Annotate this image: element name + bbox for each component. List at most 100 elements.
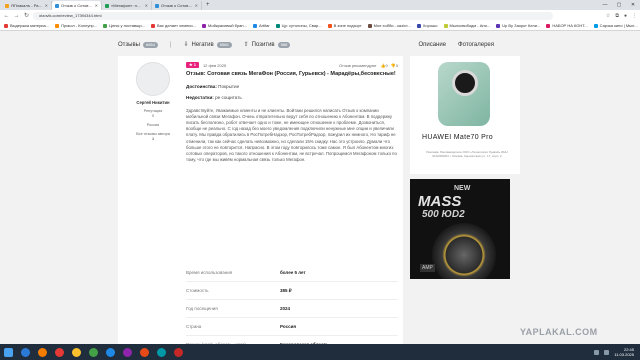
nav-positive[interactable]: ⇧ Позитив 588 [244,41,291,48]
detail-value: более 5 лет [280,270,306,275]
speaker-ad[interactable]: NEW MASS 500 ЮD2 AMP [410,179,510,279]
bookmark-item[interactable]: Сарзья кино | Мыл... [593,23,638,28]
detail-label: Страна [186,324,202,329]
detail-row: Год посещения 2024 [186,300,398,318]
watermark: YAPLAKAL.COM [520,327,598,337]
tab-favicon-icon [55,3,59,8]
nav-photos[interactable]: Фотогалерея [458,42,494,48]
taskbar-app-icon[interactable] [123,347,132,357]
review-text: Здравствуйте, Уважаемые клиенты и не кли… [186,107,397,163]
review-nav: Отзывы 6654 | ⇩ Негатив 5566 ⇧ Позитив 5… [118,41,494,48]
taskbar-app-icon[interactable] [21,347,30,357]
browser-tab[interactable]: Отзыв о Сотовая связь МегаФон✕ [52,1,102,10]
tab-close-icon[interactable]: ✕ [195,3,198,8]
bookmark-favicon-icon [443,23,448,28]
bookmark-item[interactable]: Artifar [252,23,270,28]
bookmark-favicon-icon [55,23,60,28]
maximize-icon[interactable]: ▢ [612,0,626,10]
bookmark-item[interactable]: НАБОР НА КОНТ... [546,23,588,28]
reputation-value: 0 [151,114,155,118]
bookmark-item[interactable]: Хорошо [416,23,438,28]
nav-description[interactable]: Описание [418,42,446,48]
recommend-label: Отзыв рекомендуют [338,62,377,68]
bookmark-favicon-icon [496,23,501,28]
taskbar-app-icon[interactable] [72,347,81,357]
author-reviews-value: 1 [151,137,155,141]
tab-favicon-icon [5,3,9,8]
taskbar-app-icon[interactable] [174,347,183,357]
bookmark-item[interactable]: Up By Заоркт Кели... [496,23,540,28]
author-name[interactable]: Сергей Никитин [128,100,178,105]
new-tab-button[interactable]: + [202,1,214,10]
bookmark-favicon-icon [275,23,280,28]
review-title: Отзыв: Сотовая связь МегаФон (Россия, Гу… [186,71,396,77]
tab-close-icon[interactable]: ✕ [95,3,98,8]
forward-icon[interactable]: → [13,13,20,19]
thumbs-up-icon: ⇧ [243,42,249,48]
avatar[interactable] [136,62,170,96]
taskbar-app-icon[interactable] [55,347,64,357]
taskbar-app-icon[interactable] [38,347,47,357]
bookmark-item[interactable]: Мойкрасивый бран... [202,23,247,28]
network-icon[interactable] [594,349,600,355]
like-button[interactable]: 👍0 [381,63,388,68]
bookmark-favicon-icon [103,23,108,28]
taskbar-app-icon[interactable] [89,347,98,357]
browser-tab[interactable]: ЯПлакалъ - Разделы - Цензура✕ [2,1,52,10]
minimize-icon[interactable]: — [598,0,612,10]
volume-icon[interactable] [604,349,610,355]
bookmark-favicon-icon [327,23,332,28]
window-controls: — ▢ ✕ [598,0,640,10]
bookmark-favicon-icon [151,23,155,28]
bookmark-item[interactable]: Выдержка материа... [4,23,49,28]
review-date: 12 фев 2025 [202,62,227,68]
bookmark-item[interactable]: Вас делает чемпио... [151,23,196,28]
bookmark-favicon-icon [252,23,257,28]
clock[interactable]: 22:45 11.03.2025 [614,347,634,357]
ad-product-name: MASS [418,193,462,210]
huawei-ad[interactable]: HUAWEI Mate70 Pro Рекламa. Рекламодатель… [410,56,520,174]
close-icon[interactable]: ✕ [626,0,640,10]
tab-close-icon[interactable]: ✕ [45,3,48,8]
taskbar-app-icon[interactable] [140,347,149,357]
ad-new-label: NEW [454,185,471,192]
browser-tab[interactable]: «Мегафон»: проверка Генпрок✕ [102,1,152,10]
dislike-button[interactable]: 👎0 [391,63,398,68]
nav-reviews[interactable]: Отзывы 6654 [118,41,158,48]
reload-icon[interactable]: ↻ [23,12,30,19]
bookmark-item[interactable]: Цр: сутолоны, Свар... [275,23,322,28]
tab-close-icon[interactable]: ✕ [145,3,148,8]
back-icon[interactable]: ← [3,13,10,19]
detail-label: Время использования [186,270,233,275]
system-tray: 22:45 11.03.2025 [594,347,640,357]
thumbs-down-icon: ⇩ [183,42,189,48]
speaker-image [432,223,496,279]
browser-tab-bar: ЯПлакалъ - Разделы - Цензура✕Отзыв о Сот… [0,0,640,10]
ad-disclaimer: Рекламa. Рекламодатель ООО «Технологии Х… [426,150,508,158]
detail-row: Регион (край, область, штат)Кемеровская … [186,336,398,344]
profile-icon[interactable]: ● [624,13,627,19]
detail-value: 2024 [280,306,291,311]
bookmark-item[interactable]: Прикол - Коллупр... [55,23,97,28]
detail-label: Стоимость [186,288,209,293]
taskbar-app-icon[interactable] [157,347,166,357]
nav-negative[interactable]: ⇩ Негатив 5566 [183,41,232,48]
cons-field: Недостатки: ре сощитать [186,94,242,100]
taskbar-app-icon[interactable] [106,347,115,357]
ad-product-model: 500 ЮD2 [422,209,465,220]
menu-icon[interactable]: ⋮ [632,13,637,19]
bookmark-item[interactable]: Мое хобби - каз/ст... [367,23,411,28]
bookmark-item[interactable]: Мылосвободм - Ани... [443,23,490,28]
count-badge: 5566 [216,41,232,48]
browser-tab[interactable]: Отзыв о Сотовая связь МегаФон✕ [152,1,202,10]
extensions-icon[interactable]: ⧉ [615,13,619,19]
bookmark-item[interactable]: Цены у поставщи... [103,23,145,28]
bookmarks-bar: Выдержка материа... Прикол - Коллупр... Це… [0,21,640,31]
bookmark-favicon-icon [546,23,551,28]
author-country: Россия [146,123,160,127]
bookmark-favicon-icon [593,23,598,28]
star-icon[interactable]: ☆ [606,13,610,19]
url-field[interactable]: otzovik.com/review_17394344.html [33,11,553,20]
windows-start-icon[interactable] [4,347,13,357]
bookmark-item[interactable]: В зоне подзорт [327,23,362,28]
